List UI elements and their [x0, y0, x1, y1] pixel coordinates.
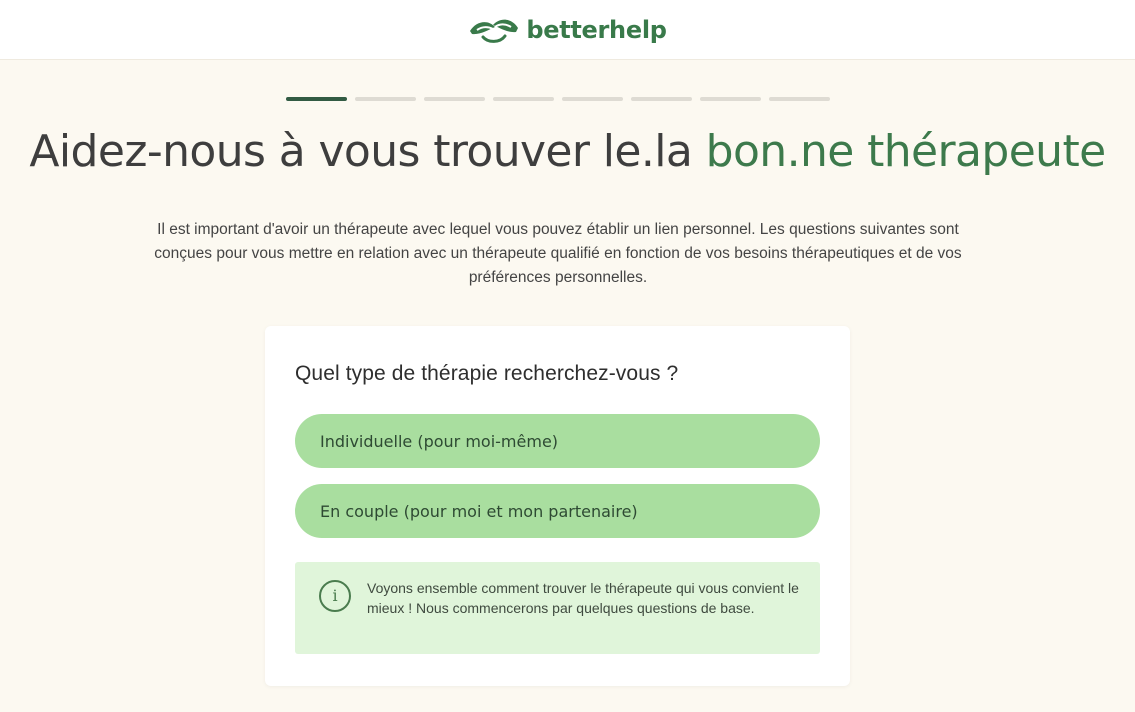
progress-step-7	[700, 97, 761, 101]
progress-step-2	[355, 97, 416, 101]
page-title-accent: bon.ne thérapeute	[705, 126, 1107, 177]
option-individual-button[interactable]: Individuelle (pour moi-même)	[295, 414, 820, 468]
leaf-hands-icon	[470, 19, 519, 43]
info-icon: i	[319, 580, 351, 612]
progress-step-6	[631, 97, 692, 101]
progress-step-1	[286, 97, 347, 101]
progress-step-5	[562, 97, 623, 101]
page-title: Aidez-nous à vous trouver le.la bon.ne t…	[0, 126, 1135, 177]
info-box: i Voyons ensemble comment trouver le thé…	[295, 562, 820, 654]
progress-bar	[286, 97, 830, 101]
option-couple-button[interactable]: En couple (pour moi et mon partenaire)	[295, 484, 820, 538]
progress-step-8	[769, 97, 830, 101]
question-text: Quel type de thérapie recherchez-vous ?	[295, 362, 679, 385]
progress-step-4	[493, 97, 554, 101]
question-card: Quel type de thérapie recherchez-vous ? …	[265, 326, 850, 686]
progress-step-3	[424, 97, 485, 101]
info-text: Voyons ensemble comment trouver le théra…	[367, 580, 799, 616]
page-title-main: Aidez-nous à vous trouver le.la	[29, 126, 706, 177]
intro-text: Il est important d'avoir un thérapeute a…	[154, 221, 962, 286]
top-header: betterhelp	[0, 0, 1135, 60]
betterhelp-logo[interactable]: betterhelp	[468, 15, 667, 45]
logo-text: betterhelp	[526, 15, 667, 44]
